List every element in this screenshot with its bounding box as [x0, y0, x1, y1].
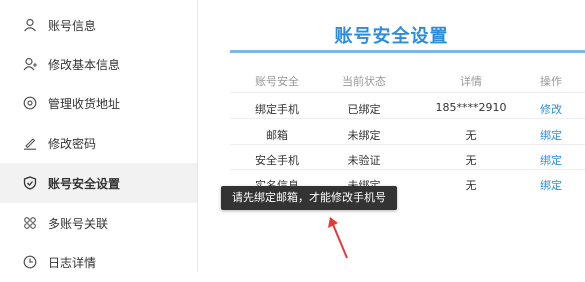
table-cell-detail: 185****2910: [435, 101, 507, 114]
user-edit-icon: [22, 56, 38, 72]
page-title: 账号安全设置: [334, 26, 449, 47]
table-divider: [230, 169, 585, 170]
sidebar-item-label: 账号信息: [48, 18, 97, 33]
bind-link[interactable]: 绑定: [516, 127, 585, 143]
sidebar-item-label: 日志详情: [48, 255, 97, 270]
sidebar-item-manage-address[interactable]: 管理收货地址: [0, 83, 197, 123]
table-header: 操作: [540, 75, 562, 88]
tooltip: 请先绑定邮箱，才能修改手机号: [221, 186, 397, 210]
clock-icon: [22, 254, 38, 270]
table-divider: [230, 118, 585, 119]
sidebar-item-edit-basic-info[interactable]: 修改基本信息: [0, 44, 197, 84]
table-cell-status: 未绑定: [347, 129, 381, 142]
main-panel: 账号安全设置 账号安全 当前状态 详情 操作 绑定手机 已绑定 185****2…: [198, 0, 585, 272]
table-header: 详情: [460, 75, 482, 88]
table-cell-item: 绑定手机: [255, 103, 299, 116]
location-pin-icon: [22, 95, 38, 111]
table-divider: [230, 92, 585, 93]
table-cell-item: 邮箱: [266, 129, 288, 142]
table-cell-status: 未验证: [347, 154, 381, 167]
shield-icon: [22, 175, 38, 191]
table-cell-detail: 无: [465, 154, 477, 167]
annotation-arrow-icon: [328, 217, 348, 259]
sidebar: 账号信息 修改基本信息 管理收货地址 修改密码 账号安全设置 多账号关联 日志详…: [0, 0, 198, 272]
bind-link[interactable]: 绑定: [516, 177, 585, 193]
sidebar-item-change-password[interactable]: 修改密码: [0, 123, 197, 163]
pen-icon: [22, 135, 38, 151]
table-cell-detail: 无: [465, 129, 477, 142]
table-divider: [230, 144, 585, 145]
accounts-link-icon: [22, 215, 38, 231]
table-cell-status: 已绑定: [347, 103, 381, 116]
sidebar-item-label: 修改基本信息: [48, 57, 121, 72]
title-underline: [230, 50, 585, 53]
sidebar-item-label: 账号安全设置: [48, 176, 121, 191]
sidebar-item-account-info[interactable]: 账号信息: [0, 5, 197, 45]
table-cell-item: 安全手机: [255, 154, 299, 167]
sidebar-item-label: 管理收货地址: [48, 96, 121, 111]
table-cell-detail: 无: [465, 179, 477, 192]
sidebar-item-label: 修改密码: [48, 136, 97, 151]
user-icon: [22, 17, 38, 33]
sidebar-item-multi-account[interactable]: 多账号关联: [0, 203, 197, 243]
table-header: 当前状态: [342, 75, 386, 88]
sidebar-item-account-security[interactable]: 账号安全设置: [0, 163, 197, 203]
bind-link[interactable]: 绑定: [516, 152, 585, 168]
table-header: 账号安全: [255, 75, 299, 88]
modify-link[interactable]: 修改: [516, 101, 585, 117]
sidebar-item-log-details[interactable]: 日志详情: [0, 242, 197, 282]
sidebar-item-label: 多账号关联: [48, 216, 109, 231]
